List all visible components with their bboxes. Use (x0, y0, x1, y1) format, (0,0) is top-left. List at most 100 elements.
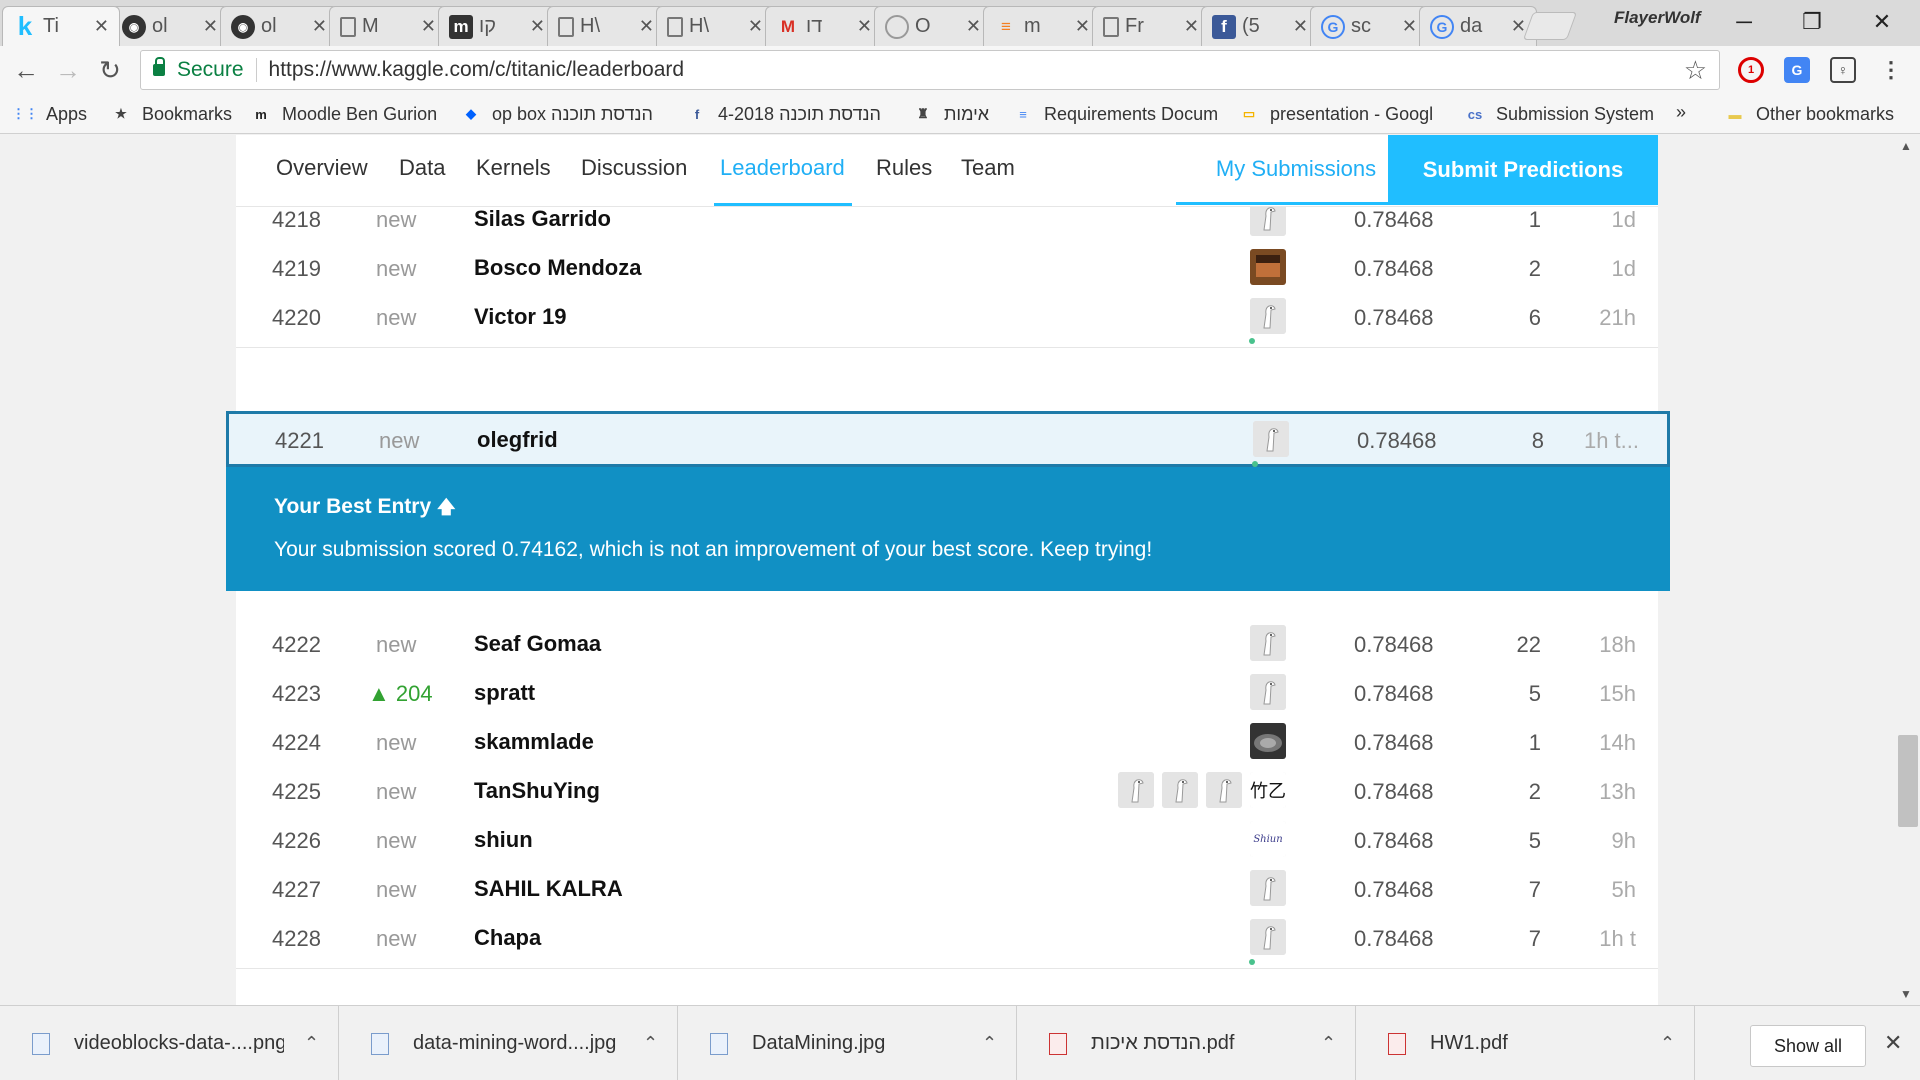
browser-tab[interactable]: m קו ✕ (438, 6, 556, 46)
team-name[interactable]: Seaf Gomaa (474, 631, 601, 657)
download-item[interactable]: data-mining-word....jpg ⌃ (339, 1006, 678, 1080)
browser-tab[interactable]: ≡ m ✕ (983, 6, 1101, 46)
scrollbar-thumb[interactable] (1898, 735, 1918, 827)
browser-menu-icon[interactable]: ⋮ (1878, 57, 1904, 83)
close-tab-icon[interactable]: ✕ (94, 16, 109, 37)
address-bar[interactable]: Secure https://www.kaggle.com/c/titanic/… (140, 50, 1720, 90)
tab-overview[interactable]: Overview (276, 155, 368, 181)
bookmarks-overflow-button[interactable]: » (1676, 102, 1686, 123)
tab-leaderboard[interactable]: Leaderboard (720, 155, 845, 181)
browser-tab[interactable]: k Ti ✕ (2, 6, 120, 46)
adblock-extension-icon[interactable]: 1 (1738, 57, 1764, 83)
new-tab-button[interactable] (1522, 12, 1578, 40)
reload-icon[interactable]: ↻ (94, 54, 126, 86)
my-submissions-button[interactable]: My Submissions (1176, 135, 1416, 205)
tab-data[interactable]: Data (399, 155, 445, 181)
translate-extension-icon[interactable]: G (1784, 57, 1810, 83)
team-member-avatar[interactable] (1250, 625, 1286, 661)
team-member-avatar[interactable] (1162, 772, 1198, 808)
team-member-avatar[interactable] (1250, 674, 1286, 710)
team-member-avatar[interactable] (1250, 919, 1286, 955)
bookmark-item[interactable]: cs Submission System (1464, 100, 1654, 128)
close-tab-icon[interactable]: ✕ (530, 16, 545, 37)
submit-predictions-button[interactable]: Submit Predictions (1388, 135, 1658, 205)
forward-icon[interactable]: → (52, 54, 84, 86)
restore-icon[interactable]: ❐ (1782, 4, 1842, 40)
download-item[interactable]: DataMining.jpg ⌃ (678, 1006, 1017, 1080)
close-tab-icon[interactable]: ✕ (1184, 16, 1199, 37)
close-downloads-icon[interactable]: ✕ (1884, 1030, 1902, 1056)
team-member-avatar[interactable]: 竹乙 (1250, 772, 1286, 808)
bookmark-item[interactable]: m Moodle Ben Gurion (250, 100, 437, 128)
chevron-up-icon[interactable]: ⌃ (1321, 1033, 1336, 1054)
team-member-avatar[interactable] (1250, 249, 1286, 285)
chevron-up-icon[interactable]: ⌃ (982, 1033, 997, 1054)
close-tab-icon[interactable]: ✕ (312, 16, 327, 37)
team-name[interactable]: Silas Garrido (474, 206, 611, 232)
team-member-avatar[interactable]: Shiun (1250, 821, 1286, 857)
team-name[interactable]: Chapa (474, 925, 541, 951)
browser-tab[interactable]: f (5 ✕ (1201, 6, 1319, 46)
minimize-icon[interactable]: ─ (1714, 4, 1774, 40)
team-name[interactable]: shiun (474, 827, 533, 853)
team-name[interactable]: SAHIL KALRA (474, 876, 623, 902)
tab-kernels[interactable]: Kernels (476, 155, 551, 181)
profile-name[interactable]: FlayerWolf (1614, 8, 1701, 28)
chevron-up-icon[interactable]: ⌃ (304, 1033, 319, 1054)
browser-tab[interactable]: Gsc ✕ (1310, 6, 1428, 46)
team-member-avatar[interactable] (1253, 421, 1289, 457)
browser-tab[interactable]: M דו ✕ (765, 6, 883, 46)
page-scrollbar[interactable] (1896, 135, 1920, 1005)
tab-rules[interactable]: Rules (876, 155, 932, 181)
tab-discussion[interactable]: Discussion (581, 155, 687, 181)
lightbulb-extension-icon[interactable]: ♀ (1830, 57, 1856, 83)
download-item[interactable]: HW1.pdf ⌃ (1356, 1006, 1695, 1080)
team-member-avatar[interactable] (1250, 870, 1286, 906)
scroll-down-icon[interactable]: ▼ (1900, 987, 1912, 1001)
download-item[interactable]: הנדסת איכות.pdf ⌃ (1017, 1006, 1356, 1080)
browser-tab[interactable]: ◉ ol ✕ (220, 6, 338, 46)
close-tab-icon[interactable]: ✕ (857, 16, 872, 37)
close-tab-icon[interactable]: ✕ (203, 16, 218, 37)
bookmark-item[interactable]: ★ Bookmarks (110, 100, 232, 128)
leaderboard-row[interactable]: 4220 new Victor 19 0.78468 6 21h (236, 288, 1658, 348)
close-tab-icon[interactable]: ✕ (748, 16, 763, 37)
browser-tab[interactable]: ◉ ol ✕ (111, 6, 229, 46)
close-tab-icon[interactable]: ✕ (1402, 16, 1417, 37)
bookmark-item[interactable]: ◆ op box הנדסת תוכנה (460, 100, 653, 128)
close-tab-icon[interactable]: ✕ (1511, 16, 1526, 37)
chevron-up-icon[interactable]: ⌃ (1660, 1033, 1675, 1054)
team-name[interactable]: Victor 19 (474, 304, 567, 330)
my-leaderboard-row[interactable]: 4221 new olegfrid 0.78468 8 1h t... (226, 411, 1670, 467)
browser-tab[interactable]: Fr ✕ (1092, 6, 1210, 46)
scroll-up-icon[interactable]: ▲ (1900, 139, 1912, 153)
show-all-downloads-button[interactable]: Show all (1750, 1025, 1866, 1067)
download-item[interactable]: videoblocks-data-....png ⌃ (0, 1006, 339, 1080)
close-window-icon[interactable]: ✕ (1852, 4, 1912, 40)
browser-tab[interactable]: H\ ✕ (656, 6, 774, 46)
team-name[interactable]: TanShuYing (474, 778, 600, 804)
team-member-avatar[interactable] (1250, 298, 1286, 334)
bookmark-item[interactable]: ≡ Requirements Docum (1012, 100, 1218, 128)
back-icon[interactable]: ← (10, 54, 42, 86)
bookmark-item[interactable]: ⋮⋮ Apps (12, 100, 87, 128)
team-name[interactable]: olegfrid (477, 427, 558, 453)
close-tab-icon[interactable]: ✕ (1075, 16, 1090, 37)
bookmark-star-icon[interactable]: ☆ (1684, 55, 1707, 86)
browser-tab[interactable]: Gda ✕ (1419, 6, 1537, 46)
url-text[interactable]: https://www.kaggle.com/c/titanic/leaderb… (269, 58, 685, 82)
team-name[interactable]: Bosco Mendoza (474, 255, 641, 281)
browser-tab[interactable]: O ✕ (874, 6, 992, 46)
bookmark-item[interactable]: f 4-2018 הנדסת תוכנה (686, 100, 881, 128)
tab-team[interactable]: Team (961, 155, 1015, 181)
browser-tab[interactable]: M ✕ (329, 6, 447, 46)
close-tab-icon[interactable]: ✕ (421, 16, 436, 37)
bookmark-item[interactable]: ▭ presentation - Googl (1238, 100, 1433, 128)
close-tab-icon[interactable]: ✕ (1293, 16, 1308, 37)
close-tab-icon[interactable]: ✕ (966, 16, 981, 37)
chevron-up-icon[interactable]: ⌃ (643, 1033, 658, 1054)
bookmark-item[interactable]: ▬ Other bookmarks (1724, 100, 1895, 128)
team-name[interactable]: spratt (474, 680, 535, 706)
team-member-avatar[interactable] (1250, 723, 1286, 759)
bookmark-item[interactable]: ♜ אימות (912, 100, 989, 128)
